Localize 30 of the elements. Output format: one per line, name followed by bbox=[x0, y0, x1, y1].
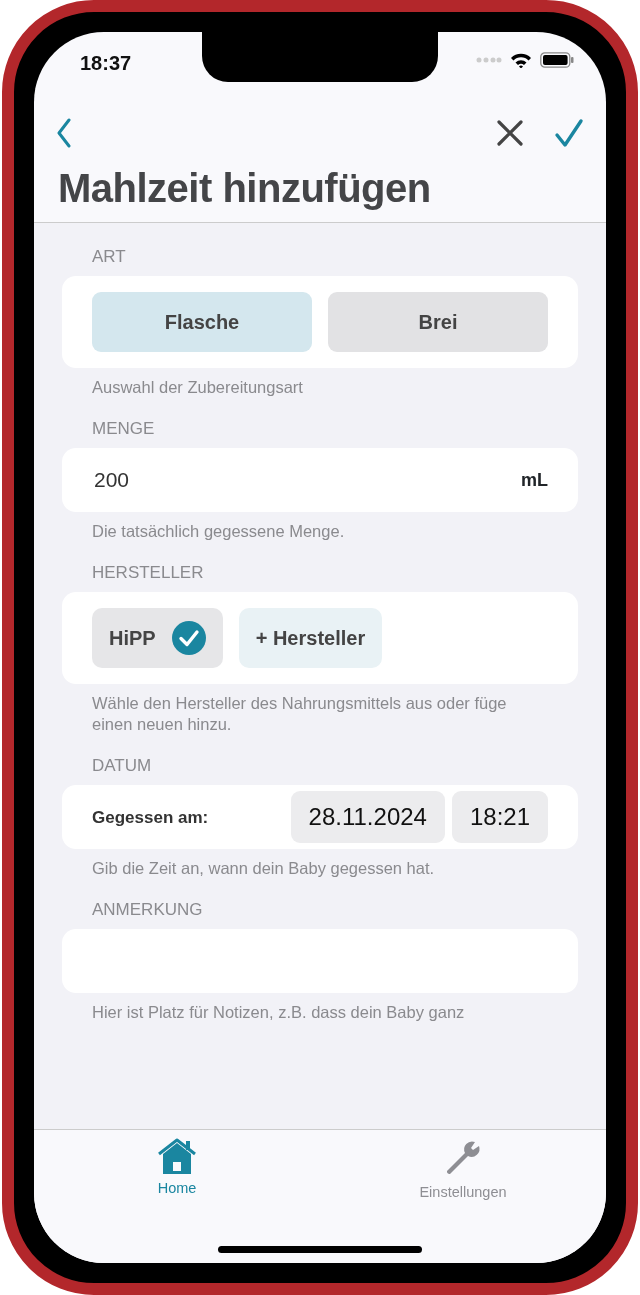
page-title: Mahlzeit hinzufügen bbox=[58, 165, 432, 212]
unit-label: mL bbox=[521, 468, 548, 492]
check-circle-icon bbox=[171, 621, 206, 656]
section-header: DATUM bbox=[92, 755, 153, 777]
date-label: Gegessen am: bbox=[92, 806, 210, 829]
close-icon[interactable] bbox=[496, 119, 524, 147]
time-picker[interactable]: 18:21 bbox=[451, 791, 548, 844]
section-header: MENGE bbox=[92, 418, 156, 440]
section-header: ANMERKUNG bbox=[92, 899, 204, 921]
section-footer: Gib die Zeit an, wann dein Baby gegessen hat. bbox=[92, 858, 548, 880]
date-picker[interactable]: 28.11.2024 bbox=[290, 791, 445, 844]
checkmark-icon[interactable] bbox=[554, 118, 584, 148]
section-footer: Die tatsächlich gegessene Menge. bbox=[92, 521, 548, 543]
wifi-icon bbox=[510, 52, 532, 68]
segment-option[interactable]: Flasche bbox=[92, 292, 312, 353]
amount-field[interactable]: 200 bbox=[92, 463, 292, 497]
battery-icon bbox=[540, 52, 574, 68]
segment-option[interactable]: Brei bbox=[328, 292, 548, 353]
add-manufacturer-button[interactable]: + Hersteller bbox=[238, 608, 383, 669]
section-header: HERSTELLER bbox=[92, 562, 205, 584]
status-time: 18:37 bbox=[80, 51, 132, 76]
section-footer: Wähle den Hersteller des Nahrungsmittels aus oder füge einen neuen hinzu. bbox=[92, 693, 548, 736]
home-icon[interactable] bbox=[157, 1138, 197, 1174]
manufacturer-chip[interactable]: HiPP bbox=[92, 608, 223, 669]
section-footer: Hier ist Platz für Notizen, z.B. dass dein Baby ganz bbox=[92, 1002, 548, 1024]
back-icon[interactable] bbox=[56, 118, 72, 148]
section-header: ART bbox=[92, 247, 127, 268]
home-tab[interactable]: Home bbox=[157, 1178, 197, 1200]
section-footer: Auswahl der Zubereitungsart bbox=[92, 377, 548, 399]
signal-icon bbox=[476, 57, 502, 63]
